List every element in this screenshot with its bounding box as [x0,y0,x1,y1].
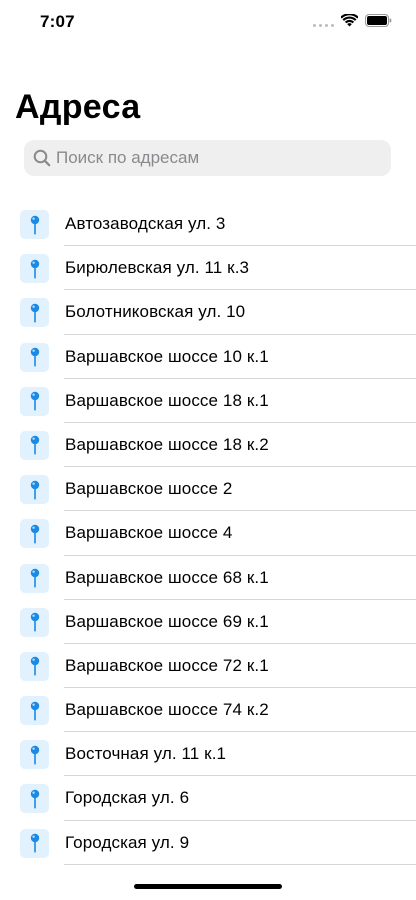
page-title: Адреса [15,88,141,126]
wifi-icon [341,14,358,27]
address-label: Варшавское шоссе 18 к.1 [65,390,269,410]
address-label: Восточная ул. 11 к.1 [65,744,227,764]
list-item[interactable]: Варшавское шоссе 4 [0,511,416,556]
map-pin-icon [20,210,49,239]
search-input[interactable] [56,148,376,168]
address-label: Городская ул. 9 [65,832,190,852]
map-pin-icon [20,386,49,416]
row-separator [64,863,416,865]
address-label: Варшавское шоссе 68 к.1 [65,567,269,587]
status-bar: 7:07 [0,0,416,44]
map-pin-icon [20,475,49,505]
map-pin-icon [20,784,49,814]
cellular-signal-icon [313,15,334,27]
map-pin-icon [20,607,49,637]
map-pin-icon [20,651,49,681]
list-item[interactable]: Варшавское шоссе 2 [0,467,416,512]
map-pin-icon [20,519,49,549]
address-label: Варшавское шоссе 10 к.1 [65,346,269,366]
home-indicator[interactable] [134,884,282,889]
list-item[interactable]: Восточная ул. 11 к.1 [0,732,416,777]
list-item[interactable]: Варшавское шоссе 18 к.2 [0,423,416,468]
address-label: Бирюлевская ул. 11 к.3 [65,258,250,278]
address-label: Варшавское шоссе 69 к.1 [65,611,269,631]
address-label: Болотниковская ул. 10 [65,302,246,322]
list-item[interactable]: Городская ул. 6 [0,776,416,821]
list-item[interactable]: Городская ул. 9 [0,821,416,865]
address-label: Городская ул. 6 [65,788,190,808]
list-item[interactable]: Бирюлевская ул. 11 к.3 [0,246,416,291]
address-label: Варшавское шоссе 72 к.1 [65,655,269,675]
list-item[interactable]: Варшавское шоссе 10 к.1 [0,335,416,379]
list-item[interactable]: Болотниковская ул. 10 [0,290,416,335]
list-item[interactable]: Варшавское шоссе 18 к.1 [0,379,416,423]
search-bar[interactable] [24,140,391,176]
address-label: Варшавское шоссе 74 к.2 [65,700,269,720]
address-label: Варшавское шоссе 2 [65,479,233,499]
map-pin-icon [20,563,49,593]
map-pin-icon [20,254,49,284]
list-item[interactable]: Автозаводская ул. 3 [0,202,416,247]
map-pin-icon [20,342,49,372]
list-item[interactable]: Варшавское шоссе 72 к.1 [0,644,416,689]
list-item[interactable]: Варшавское шоссе 69 к.1 [0,600,416,644]
map-pin-icon [20,298,49,328]
list-item[interactable]: Варшавское шоссе 74 к.2 [0,688,416,733]
map-pin-icon [20,828,49,858]
map-pin-icon [20,740,49,770]
map-pin-icon [20,430,49,460]
battery-icon [365,14,392,27]
address-list: Автозаводская ул. 3 Бирюлевская ул. 11 к.… [0,202,416,865]
address-label: Варшавское шоссе 4 [65,523,233,543]
address-label: Автозаводская ул. 3 [65,214,226,233]
status-icons [313,14,392,27]
status-time: 7:07 [40,12,75,31]
address-label: Варшавское шоссе 18 к.2 [65,434,269,454]
map-pin-icon [20,696,49,726]
list-item[interactable]: Варшавское шоссе 68 к.1 [0,556,416,600]
search-icon [32,148,52,168]
